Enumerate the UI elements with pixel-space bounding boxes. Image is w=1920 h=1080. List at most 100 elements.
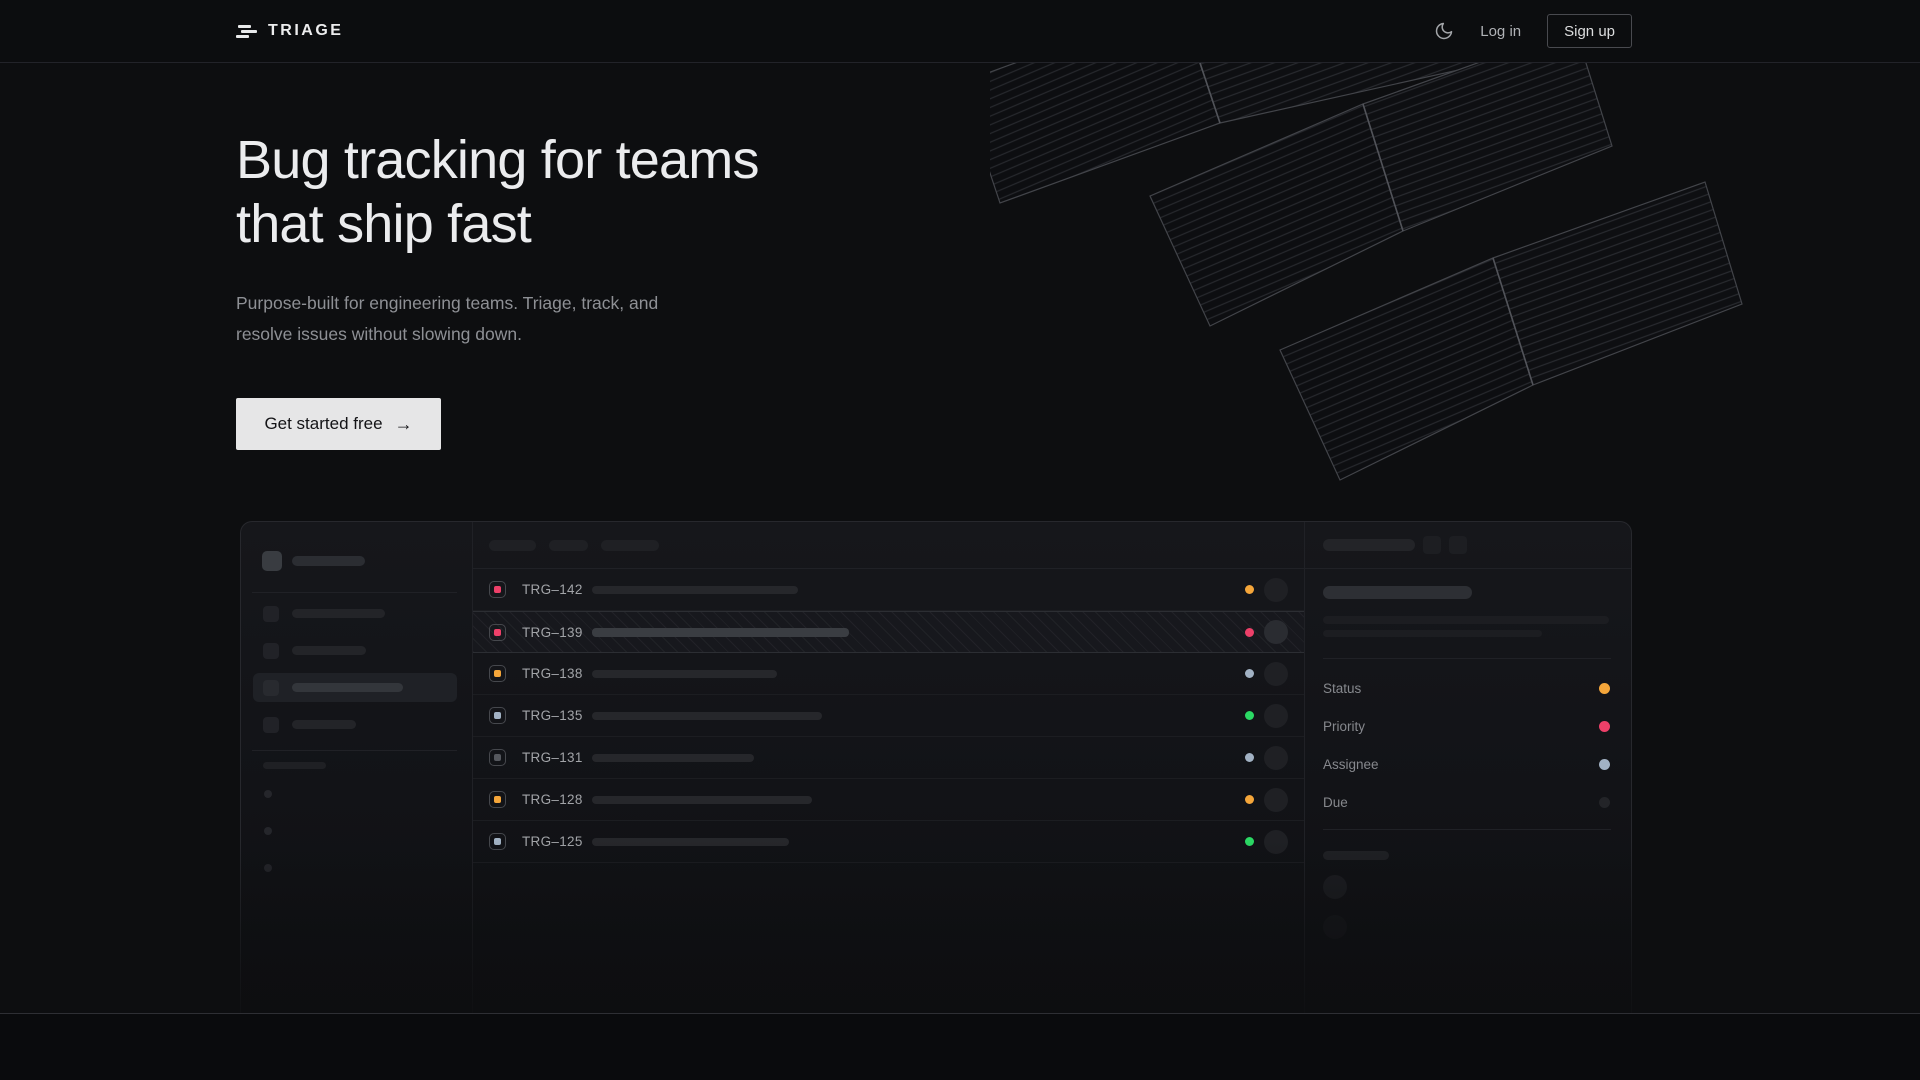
panel-header — [1305, 522, 1631, 569]
get-started-button[interactable]: Get started free → — [236, 398, 441, 450]
field-row-priority[interactable]: Priority — [1323, 707, 1610, 745]
issue-type-icon — [489, 791, 506, 808]
status-dot — [1245, 628, 1254, 637]
assignee-avatar — [1264, 830, 1288, 854]
issue-type-icon — [489, 581, 506, 598]
assignee-avatar — [1264, 620, 1288, 644]
landing-page: TRIAGE Log in Sign up — [0, 0, 1920, 1080]
field-row-status[interactable]: Status — [1323, 669, 1610, 707]
issue-list: TRG–142 TRG–139 TRG–138 TR — [472, 522, 1304, 1013]
issue-id: TRG–128 — [522, 792, 584, 807]
assignee-avatar — [1264, 788, 1288, 812]
mockup-sidebar — [241, 522, 472, 1013]
triage-logo-icon — [236, 25, 257, 38]
assignee-avatar — [1264, 662, 1288, 686]
sidebar-item-label-skeleton — [292, 646, 366, 655]
sidebar-item-3-selected[interactable] — [253, 673, 457, 702]
status-dot — [1245, 711, 1254, 720]
wireframe-decoration — [990, 63, 1780, 493]
header-skeleton — [489, 540, 536, 551]
field-row-due[interactable]: Due — [1323, 783, 1610, 821]
sidebar-item-icon — [263, 643, 279, 659]
sidebar-divider — [252, 750, 457, 751]
sidebar-item-label-skeleton — [292, 720, 356, 729]
issue-type-icon — [489, 624, 506, 641]
issue-row-selected[interactable]: TRG–139 — [473, 611, 1304, 653]
issue-detail-panel: Status Priority Assignee Due — [1304, 522, 1631, 1013]
sidebar-item-1[interactable] — [253, 599, 457, 628]
issue-type-icon — [489, 833, 506, 850]
assignee-avatar — [1264, 704, 1288, 728]
issue-title-skeleton — [592, 670, 777, 678]
hero-title-line2: that ship fast — [236, 192, 759, 256]
panel-divider — [1323, 658, 1611, 659]
issue-row[interactable]: TRG–135 — [473, 695, 1304, 737]
issue-body-skeleton — [1323, 616, 1609, 624]
theme-toggle-button[interactable] — [1434, 21, 1454, 41]
sidebar-dot — [264, 790, 272, 798]
issue-row[interactable]: TRG–125 — [473, 821, 1304, 863]
issue-title-skeleton — [592, 796, 812, 804]
comment-avatar — [1323, 915, 1347, 939]
sidebar-dot — [264, 864, 272, 872]
app-mockup-card: TRG–142 TRG–139 TRG–138 TR — [240, 521, 1632, 1013]
brand-name: TRIAGE — [268, 22, 343, 40]
issue-id: TRG–125 — [522, 834, 584, 849]
issue-title-skeleton — [1323, 586, 1472, 599]
issue-body-skeleton — [1323, 630, 1542, 637]
sidebar-item-label-skeleton — [292, 609, 385, 618]
panel-title-skeleton — [1323, 539, 1415, 551]
issue-fields: Status Priority Assignee Due — [1323, 669, 1610, 821]
sidebar-item-4[interactable] — [253, 710, 457, 739]
footer — [0, 1013, 1920, 1080]
comments-label-skeleton — [1323, 851, 1389, 860]
issue-id: TRG–131 — [522, 750, 584, 765]
issue-type-icon — [489, 749, 506, 766]
comment-avatar — [1323, 875, 1347, 899]
navbar: TRIAGE Log in Sign up — [0, 0, 1920, 63]
issue-title-skeleton — [592, 628, 849, 637]
assignee-avatar — [1264, 578, 1288, 602]
sidebar-item-label-skeleton — [292, 683, 403, 692]
panel-action-button[interactable] — [1449, 536, 1467, 554]
issue-id: TRG–138 — [522, 666, 584, 681]
arrow-right-icon: → — [395, 414, 413, 435]
sidebar-divider — [252, 592, 457, 593]
issue-title-skeleton — [592, 586, 798, 594]
sidebar-item-icon — [263, 680, 279, 696]
issue-list-header — [473, 522, 1304, 569]
issue-type-icon — [489, 707, 506, 724]
workspace-switcher[interactable] — [262, 551, 365, 571]
priority-value-dot — [1599, 721, 1610, 732]
assignee-avatar — [1264, 746, 1288, 770]
due-value-dot — [1599, 797, 1610, 808]
hero-title-line1: Bug tracking for teams — [236, 128, 759, 192]
sidebar-dot — [264, 827, 272, 835]
login-link[interactable]: Log in — [1480, 23, 1521, 40]
issue-type-icon — [489, 665, 506, 682]
field-row-assignee[interactable]: Assignee — [1323, 745, 1610, 783]
cta-label: Get started free — [264, 414, 382, 434]
issue-id: TRG–139 — [522, 625, 584, 640]
sidebar-item-icon — [263, 606, 279, 622]
header-skeleton — [549, 540, 588, 551]
issue-row[interactable]: TRG–128 — [473, 779, 1304, 821]
issue-id: TRG–142 — [522, 582, 584, 597]
status-dot — [1245, 795, 1254, 804]
issue-row[interactable]: TRG–138 — [473, 653, 1304, 695]
sidebar-item-2[interactable] — [253, 636, 457, 665]
hero-subtitle: Purpose-built for engineering teams. Tri… — [236, 288, 658, 350]
sidebar-section-skeleton — [263, 762, 326, 769]
issue-title-skeleton — [592, 838, 789, 846]
status-dot — [1245, 585, 1254, 594]
header-skeleton — [601, 540, 659, 551]
brand-logo[interactable]: TRIAGE — [236, 22, 343, 40]
issue-row[interactable]: TRG–142 — [473, 569, 1304, 611]
signup-button[interactable]: Sign up — [1547, 14, 1632, 48]
panel-action-button[interactable] — [1423, 536, 1441, 554]
status-dot — [1245, 669, 1254, 678]
status-dot — [1245, 837, 1254, 846]
issue-id: TRG–135 — [522, 708, 584, 723]
issue-row[interactable]: TRG–131 — [473, 737, 1304, 779]
workspace-name-skeleton — [292, 556, 365, 566]
